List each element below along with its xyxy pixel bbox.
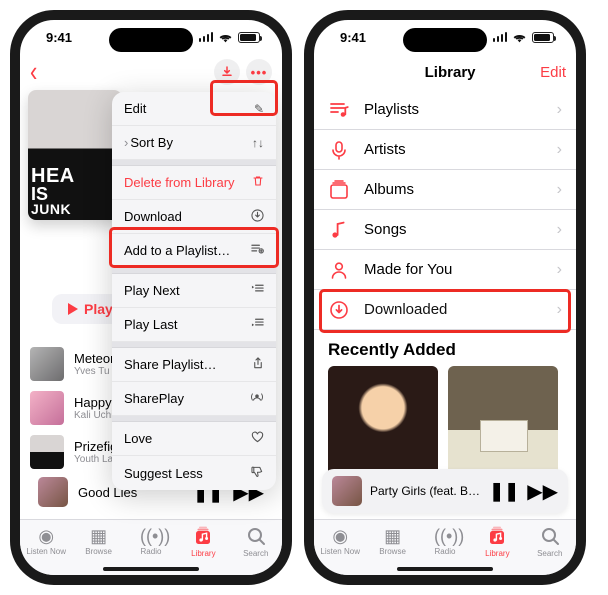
thumbs-down-icon	[251, 466, 264, 481]
note-icon	[328, 220, 350, 240]
now-playing-thumb	[332, 476, 362, 506]
menu-item-shareplay[interactable]: SharePlay	[112, 382, 276, 416]
phone-right: 9:41 Library Edit Playlists ›	[304, 10, 586, 585]
playlist-add-icon	[251, 243, 264, 258]
wifi-icon	[218, 32, 233, 43]
shareplay-icon	[250, 391, 264, 406]
sort-arrows-icon: ↑↓	[252, 136, 264, 150]
library-row-artists[interactable]: Artists ›	[314, 130, 576, 170]
edit-button[interactable]: Edit	[540, 64, 566, 81]
album-cover	[448, 366, 558, 476]
menu-label: SharePlay	[124, 391, 184, 406]
radio-icon: ((•))	[434, 526, 456, 546]
battery-icon	[532, 32, 554, 43]
menu-label: Play Last	[124, 317, 177, 332]
menu-label: Add to a Playlist…	[124, 243, 230, 258]
albums-icon	[328, 180, 350, 200]
phone-left: 9:41 ‹ •••	[10, 10, 292, 585]
battery-icon	[238, 32, 260, 43]
pause-button[interactable]: ❚❚	[489, 481, 519, 502]
album-cover	[328, 366, 438, 476]
heart-icon	[251, 431, 264, 446]
status-time: 9:41	[340, 30, 366, 45]
menu-item-sort-by[interactable]: ›Sort By ↑↓	[112, 126, 276, 160]
now-playing-title: Party Girls (feat. Buju Banto…	[370, 484, 481, 498]
menu-item-add-to-playlist[interactable]: Add to a Playlist…	[112, 234, 276, 268]
person-icon	[328, 260, 350, 280]
chevron-right-icon: ›	[557, 221, 562, 239]
dynamic-island	[403, 28, 487, 52]
tab-listen-now[interactable]: ◉ Listen Now	[314, 526, 366, 556]
trash-icon	[252, 175, 264, 190]
menu-item-delete[interactable]: Delete from Library	[112, 166, 276, 200]
menu-label: Share Playlist…	[124, 357, 216, 372]
menu-item-play-last[interactable]: Play Last	[112, 308, 276, 342]
row-label: Made for You	[364, 261, 452, 278]
menu-item-download[interactable]: Download	[112, 200, 276, 234]
next-button[interactable]: ▶▶	[527, 479, 558, 504]
dynamic-island	[109, 28, 193, 52]
menu-item-edit[interactable]: Edit ✎	[112, 92, 276, 126]
menu-label: Download	[124, 209, 182, 224]
download-circle-icon	[328, 300, 350, 320]
menu-label: Delete from Library	[124, 175, 235, 190]
cellular-icon	[493, 32, 508, 42]
recently-added-heading: Recently Added	[314, 330, 576, 366]
row-label: Albums	[364, 181, 414, 198]
search-icon	[539, 526, 561, 548]
context-menu: Edit ✎ ›Sort By ↑↓ Delete from Library	[112, 92, 276, 490]
tab-radio[interactable]: ((•)) Radio	[419, 526, 471, 556]
now-playing-bar[interactable]: Party Girls (feat. Buju Banto… ❚❚ ▶▶	[322, 469, 568, 513]
menu-item-play-next[interactable]: Play Next	[112, 274, 276, 308]
library-row-made-for-you[interactable]: Made for You ›	[314, 250, 576, 290]
status-time: 9:41	[46, 30, 72, 45]
chevron-right-icon: ›	[557, 101, 562, 119]
album-art: HEA IS JUNK	[28, 90, 122, 220]
chevron-right-icon: ›	[124, 135, 128, 150]
wifi-icon	[512, 32, 527, 43]
library-list: Playlists › Artists › Albums › Songs ›	[314, 90, 576, 330]
cellular-icon	[199, 32, 214, 42]
chevron-right-icon: ›	[557, 301, 562, 319]
library-row-downloaded[interactable]: Downloaded ›	[314, 290, 576, 330]
tab-search[interactable]: Search	[524, 526, 576, 558]
queue-next-icon	[251, 283, 264, 298]
row-label: Downloaded	[364, 301, 447, 318]
play-circle-icon: ◉	[329, 526, 351, 546]
row-label: Songs	[364, 221, 407, 238]
playlists-icon	[328, 100, 350, 120]
library-row-albums[interactable]: Albums ›	[314, 170, 576, 210]
menu-item-love[interactable]: Love	[112, 422, 276, 456]
tab-library[interactable]: Library	[471, 526, 523, 558]
library-icon	[486, 526, 508, 548]
tab-browse[interactable]: ▦ Browse	[367, 526, 419, 556]
menu-label: Edit	[124, 101, 146, 116]
chevron-right-icon: ›	[557, 261, 562, 279]
menu-label: Love	[124, 431, 152, 446]
menu-label: Sort By	[130, 135, 173, 150]
menu-label: Play Next	[124, 283, 180, 298]
grid-icon: ▦	[382, 526, 404, 546]
chevron-right-icon: ›	[557, 181, 562, 199]
pencil-icon: ✎	[254, 102, 264, 116]
library-row-playlists[interactable]: Playlists ›	[314, 90, 576, 130]
page-title: Library	[425, 64, 476, 81]
mic-icon	[328, 140, 350, 160]
row-label: Playlists	[364, 101, 419, 118]
menu-label: Suggest Less	[124, 466, 203, 481]
download-circle-icon	[251, 209, 264, 225]
share-icon	[252, 357, 264, 373]
chevron-right-icon: ›	[557, 141, 562, 159]
menu-item-share-playlist[interactable]: Share Playlist…	[112, 348, 276, 382]
library-row-songs[interactable]: Songs ›	[314, 210, 576, 250]
home-indicator	[397, 567, 493, 571]
queue-last-icon	[251, 317, 264, 332]
nav-bar: Library Edit	[314, 54, 576, 90]
menu-item-suggest-less[interactable]: Suggest Less	[112, 456, 276, 490]
row-label: Artists	[364, 141, 406, 158]
